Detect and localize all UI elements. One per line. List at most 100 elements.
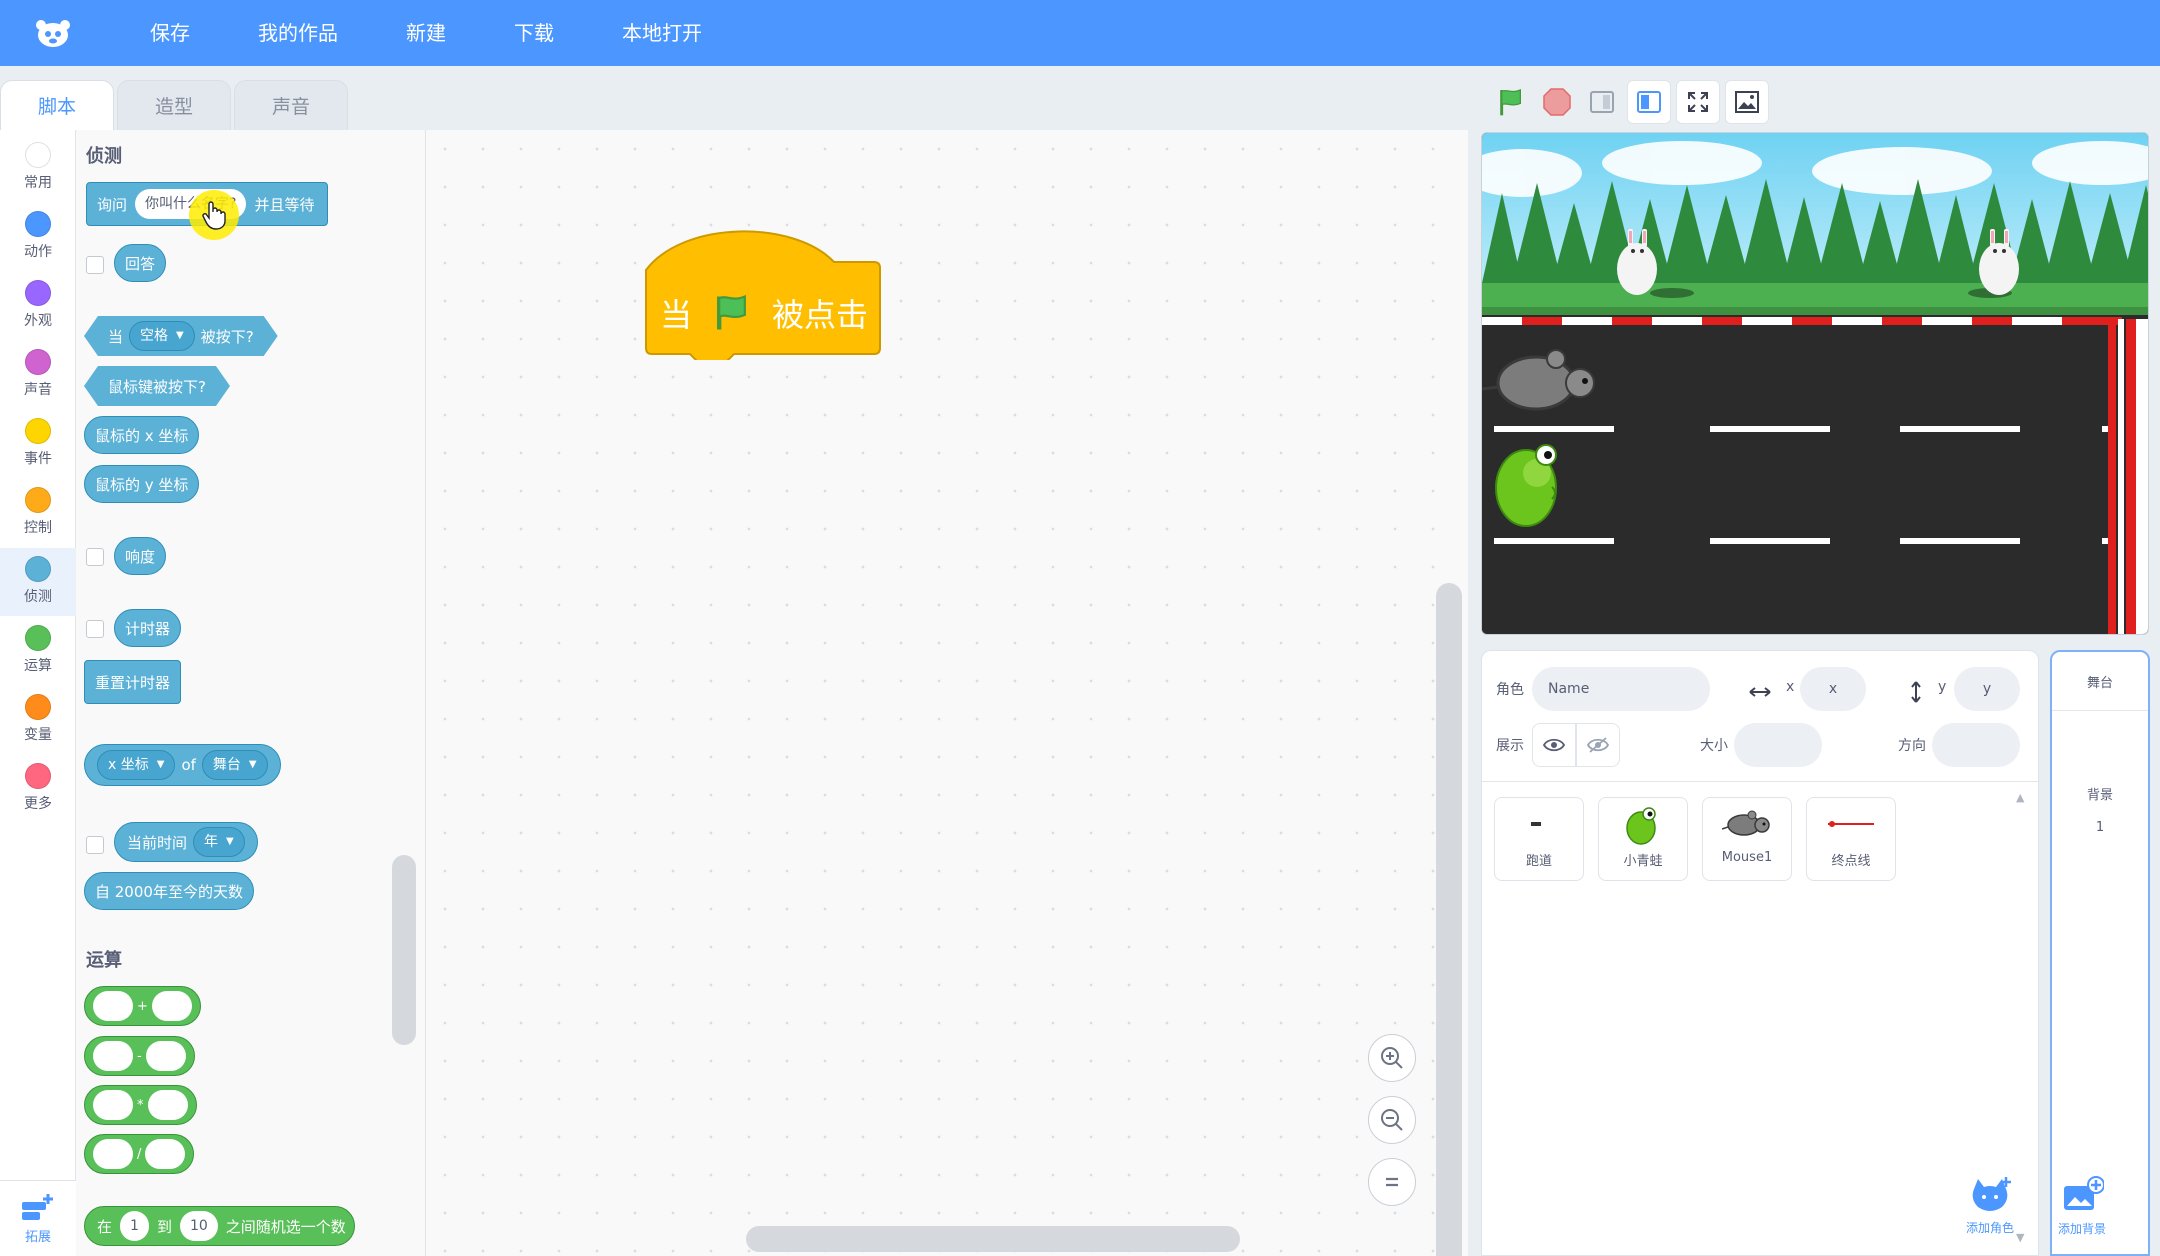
category-dot bbox=[25, 211, 51, 237]
extension-button[interactable]: 拓展 bbox=[0, 1180, 76, 1256]
timer-block[interactable]: 计时器 bbox=[114, 609, 182, 647]
menu-open-local[interactable]: 本地打开 bbox=[588, 0, 736, 66]
fullscreen-icon bbox=[1688, 92, 1708, 112]
scroll-down-icon[interactable]: ▼ bbox=[2016, 1231, 2024, 1244]
loudness-checkbox[interactable] bbox=[86, 548, 104, 566]
subtract-block[interactable]: - bbox=[84, 1036, 195, 1076]
sprite-thumb-mouse[interactable]: Mouse1 bbox=[1702, 797, 1792, 881]
category-control[interactable]: 控制 bbox=[0, 479, 76, 547]
stage-canvas[interactable] bbox=[1481, 132, 2149, 635]
x-input[interactable]: x bbox=[1800, 667, 1866, 711]
of-block[interactable]: x 坐标 ▼ of 舞台 ▼ bbox=[84, 744, 281, 786]
category-sound[interactable]: 声音 bbox=[0, 341, 76, 409]
mouse-x-block[interactable]: 鼠标的 x 坐标 bbox=[84, 416, 200, 454]
block-text: 询问 bbox=[97, 195, 128, 214]
operand-input[interactable] bbox=[93, 1041, 133, 1071]
menu-new[interactable]: 新建 bbox=[372, 0, 480, 66]
tab-sounds[interactable]: 声音 bbox=[234, 80, 348, 132]
hide-sprite-button[interactable] bbox=[1576, 723, 1620, 767]
scroll-up-icon[interactable]: ▲ bbox=[2016, 791, 2024, 804]
category-operators[interactable]: 运算 bbox=[0, 617, 76, 685]
mouse-y-block[interactable]: 鼠标的 y 坐标 bbox=[84, 465, 200, 503]
operand-input[interactable] bbox=[151, 991, 192, 1021]
mouse-down-block[interactable]: 鼠标键被按下? bbox=[84, 366, 230, 406]
operand-input[interactable] bbox=[147, 1090, 188, 1120]
category-label: 声音 bbox=[24, 382, 52, 398]
category-sensing[interactable]: 侦测 bbox=[0, 548, 76, 616]
random-from-input[interactable]: 1 bbox=[120, 1211, 149, 1241]
block-text: 当 bbox=[108, 327, 124, 346]
direction-input[interactable] bbox=[1932, 723, 2020, 767]
add-sprite-button[interactable]: 添加角色 bbox=[1966, 1175, 2014, 1236]
add-block[interactable]: + bbox=[84, 986, 201, 1026]
current-time-block[interactable]: 当前时间 年 ▼ bbox=[114, 822, 258, 862]
stop-button[interactable] bbox=[1535, 80, 1579, 124]
add-backdrop-button[interactable]: 添加背景 bbox=[2058, 1176, 2106, 1237]
green-flag-button[interactable] bbox=[1489, 80, 1533, 124]
tab-costumes[interactable]: 造型 bbox=[117, 80, 231, 132]
operand-input[interactable] bbox=[145, 1041, 186, 1071]
sprite-thumb-finish-line[interactable]: 终点线 bbox=[1806, 797, 1896, 881]
screenshot-button[interactable] bbox=[1725, 80, 1769, 124]
sprite-thumb-frog[interactable]: 小青蛙 bbox=[1598, 797, 1688, 881]
block-text: 并且等待 bbox=[254, 195, 315, 214]
random-to-input[interactable]: 10 bbox=[179, 1211, 218, 1241]
palette-scrollbar[interactable] bbox=[392, 855, 416, 1045]
sprite-label: 角色 bbox=[1496, 682, 1524, 698]
zoom-out-button[interactable] bbox=[1368, 1096, 1416, 1144]
answer-block[interactable]: 回答 bbox=[114, 244, 167, 282]
days-since-2000-block[interactable]: 自 2000年至今的天数 bbox=[84, 872, 254, 910]
direction-label: 方向 bbox=[1898, 738, 1926, 754]
category-motion[interactable]: 动作 bbox=[0, 203, 76, 271]
category-looks[interactable]: 外观 bbox=[0, 272, 76, 340]
zoom-reset-button[interactable] bbox=[1368, 1158, 1416, 1206]
logo-icon[interactable] bbox=[26, 6, 80, 60]
category-more[interactable]: 更多 bbox=[0, 755, 76, 823]
menu-my-works[interactable]: 我的作品 bbox=[224, 0, 372, 66]
divider bbox=[2052, 710, 2148, 711]
category-events[interactable]: 事件 bbox=[0, 410, 76, 478]
category-dot bbox=[25, 418, 51, 444]
time-unit-dropdown[interactable]: 年 ▼ bbox=[193, 827, 245, 857]
sprite-name: 小青蛙 bbox=[1623, 854, 1663, 869]
script-area[interactable]: 当 被点击 bbox=[426, 130, 1468, 1256]
small-stage-button[interactable] bbox=[1580, 80, 1624, 124]
key-pressed-block[interactable]: 当 空格 ▼ 被按下? bbox=[84, 316, 278, 356]
equals-icon bbox=[1386, 1177, 1398, 1187]
menu-save[interactable]: 保存 bbox=[116, 0, 224, 66]
category-common[interactable]: 常用 bbox=[0, 134, 76, 202]
divide-block[interactable]: / bbox=[84, 1134, 195, 1174]
target-dropdown[interactable]: 舞台 ▼ bbox=[201, 750, 268, 780]
fullscreen-button[interactable] bbox=[1676, 80, 1720, 124]
small-stage-icon bbox=[1590, 91, 1614, 113]
y-input[interactable]: y bbox=[1954, 667, 2020, 711]
sprite-thumb-track[interactable]: 跑道 bbox=[1494, 797, 1584, 881]
random-block[interactable]: 在 1 到 10 之间随机选一个数 bbox=[84, 1206, 355, 1246]
timer-checkbox[interactable] bbox=[86, 620, 104, 638]
operand-input[interactable] bbox=[93, 1090, 133, 1120]
reset-timer-block[interactable]: 重置计时器 bbox=[84, 660, 182, 704]
property-dropdown[interactable]: x 坐标 ▼ bbox=[97, 750, 176, 780]
show-sprite-button[interactable] bbox=[1532, 723, 1576, 767]
operand-input[interactable] bbox=[93, 991, 133, 1021]
when-flag-clicked-block[interactable]: 当 被点击 bbox=[644, 228, 884, 365]
sprite-name-input[interactable]: Name bbox=[1532, 667, 1710, 711]
menu-download[interactable]: 下载 bbox=[480, 0, 588, 66]
operand-input[interactable] bbox=[145, 1139, 186, 1169]
script-vertical-scrollbar[interactable] bbox=[1436, 583, 1462, 1256]
normal-stage-button[interactable] bbox=[1627, 80, 1671, 124]
multiply-block[interactable]: * bbox=[84, 1085, 197, 1125]
current-time-checkbox[interactable] bbox=[86, 836, 104, 854]
zoom-in-button[interactable] bbox=[1368, 1034, 1416, 1082]
tab-code[interactable]: 脚本 bbox=[0, 80, 114, 132]
script-horizontal-scrollbar[interactable] bbox=[746, 1226, 1240, 1252]
answer-checkbox[interactable] bbox=[86, 256, 104, 274]
operand-input[interactable] bbox=[93, 1139, 133, 1169]
category-variables[interactable]: 变量 bbox=[0, 686, 76, 754]
size-input[interactable] bbox=[1734, 723, 1822, 767]
key-dropdown[interactable]: 空格 ▼ bbox=[129, 321, 195, 351]
operator-symbol: / bbox=[137, 1146, 142, 1162]
stage-target-panel[interactable]: 舞台 背景 1 添加背景 bbox=[2050, 650, 2150, 1256]
block-palette: 侦测 询问 你叫什么名字? 并且等待 回答 当 空格▼ 被按下? 鼠标键被按下?… bbox=[76, 130, 426, 1256]
loudness-block[interactable]: 响度 bbox=[114, 537, 167, 575]
